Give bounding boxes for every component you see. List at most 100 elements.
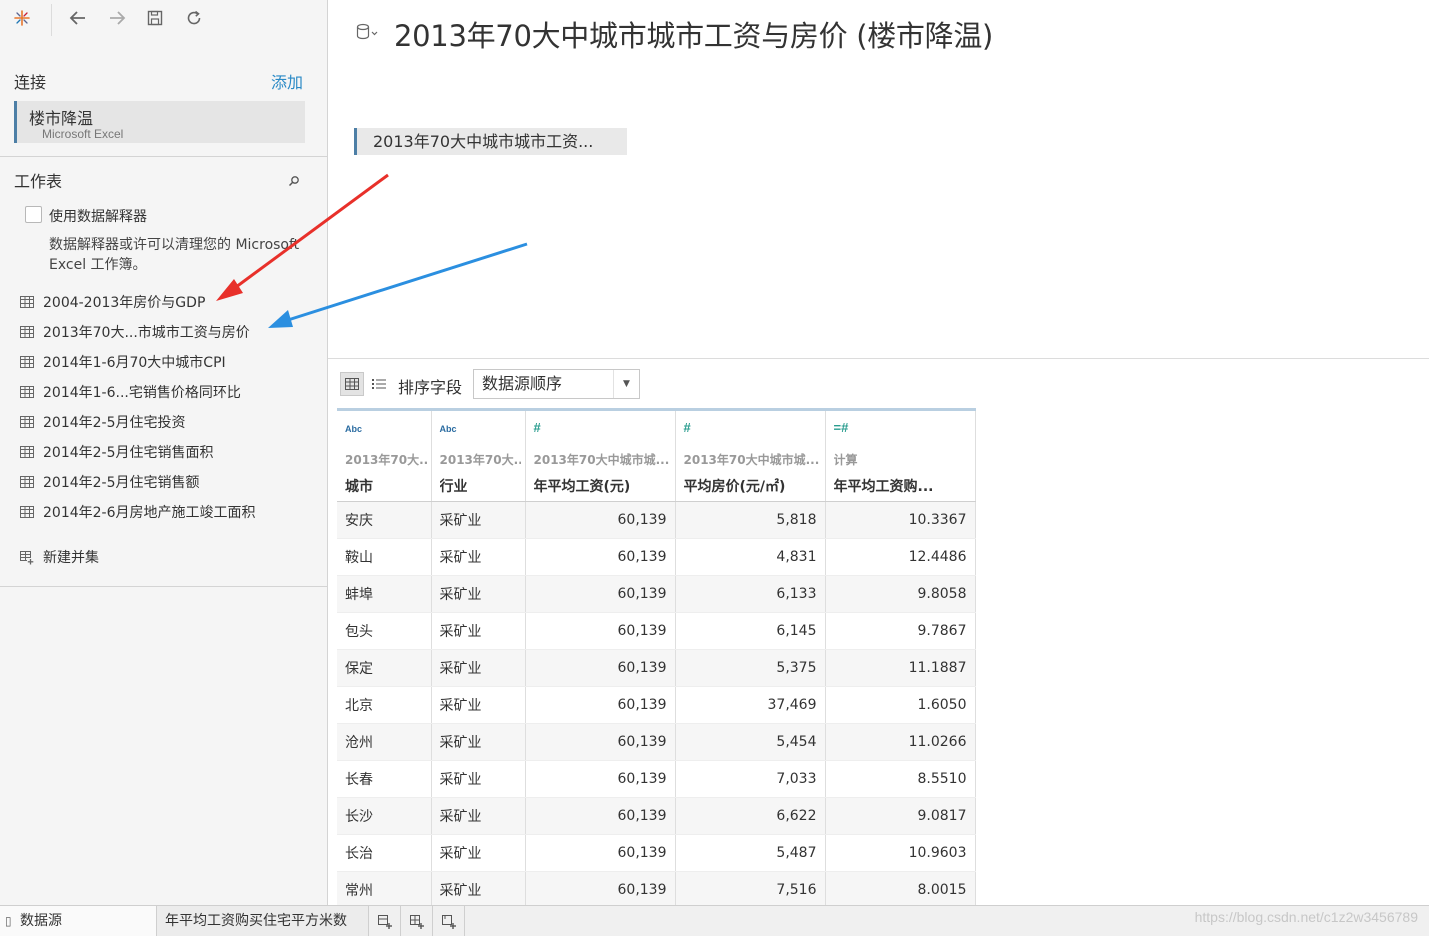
column-source: 2013年70大... xyxy=(345,453,427,467)
table-cell: 采矿业 xyxy=(431,538,526,576)
sheet-item[interactable]: 2014年1-6...宅销售价格同环比 xyxy=(20,380,241,404)
sheet-item[interactable]: 2014年1-6月70大中城市CPI xyxy=(20,350,226,374)
column-header[interactable]: #2013年70大中城市城... 年平均工资(元) xyxy=(525,408,676,502)
sheets-label: 工作表 xyxy=(14,172,63,191)
sheet-item[interactable]: 2004-2013年房价与GDP xyxy=(20,290,205,314)
main-panel: 2013年70大中城市城市工资与房价 (楼市降温) 2013年70大中城市城市工… xyxy=(328,0,1429,909)
sheet-item-label: 2004-2013年房价与GDP xyxy=(43,295,206,311)
new-story-icon[interactable] xyxy=(433,906,465,936)
tab-data-source[interactable]: ▯ 数据源 xyxy=(0,906,157,936)
table-cell: 5,818 xyxy=(675,501,826,539)
list-view-button[interactable] xyxy=(367,372,391,396)
column-header[interactable]: Abc 2013年70大... 城市 xyxy=(337,408,432,502)
sheet-item[interactable]: 2013年70大...市城市工资与房价 xyxy=(20,320,250,344)
data-grid: Abc 2013年70大... 城市 Abc 2013年70大... 行业 #2013年70… xyxy=(337,408,976,909)
field-type-icon[interactable]: # xyxy=(534,420,541,435)
grid-view-button[interactable] xyxy=(340,372,364,396)
table-cell: 60,139 xyxy=(525,723,676,761)
table-cell: 采矿业 xyxy=(431,649,526,687)
table-cell: 采矿业 xyxy=(431,501,526,539)
canvas-table-chip[interactable]: 2013年70大中城市城市工资... xyxy=(354,128,627,155)
column-source: 2013年70大中城市城... xyxy=(533,453,670,467)
table-cell: 10.3367 xyxy=(825,501,976,539)
toolbar-separator xyxy=(51,4,52,36)
data-source-title[interactable]: 2013年70大中城市城市工资与房价 (楼市降温) xyxy=(394,13,993,55)
sheet-item[interactable]: 2014年2-5月住宅销售额 xyxy=(20,470,200,494)
save-icon[interactable] xyxy=(143,6,167,30)
table-cell: 采矿业 xyxy=(431,871,526,909)
field-type-icon[interactable]: Abc xyxy=(345,424,362,434)
table-row: 保定 采矿业 60,139 5,375 11.1887 xyxy=(337,649,976,687)
new-worksheet-icon[interactable] xyxy=(369,906,401,936)
table-row: 安庆 采矿业 60,139 5,818 10.3367 xyxy=(337,501,976,539)
table-cell: 60,139 xyxy=(525,797,676,835)
database-icon[interactable] xyxy=(355,22,379,42)
column-name: 城市 xyxy=(345,479,373,495)
table-cell: 采矿业 xyxy=(431,612,526,650)
chevron-down-icon[interactable]: ▼ xyxy=(613,370,639,398)
header-row: Abc 2013年70大... 城市 Abc 2013年70大... 行业 #2013年70… xyxy=(337,408,976,502)
back-arrow-icon[interactable] xyxy=(66,6,90,30)
column-header[interactable]: #2013年70大中城市城... 平均房价(元/㎡) xyxy=(675,408,826,502)
sort-field-value: 数据源顺序 xyxy=(482,374,563,393)
table-cell: 保定 xyxy=(337,649,432,687)
table-cell: 11.1887 xyxy=(825,649,976,687)
field-type-icon[interactable]: # xyxy=(684,420,691,435)
table-cell: 60,139 xyxy=(525,649,676,687)
table-cell: 60,139 xyxy=(525,760,676,798)
connection-item[interactable]: 楼市降温 Microsoft Excel xyxy=(14,101,305,143)
table-cell: 6,133 xyxy=(675,575,826,613)
search-icon[interactable] xyxy=(288,172,300,191)
table-body: 安庆 采矿业 60,139 5,818 10.3367 鞍山 采矿业 60,139 4,831 1… xyxy=(337,501,976,909)
new-union-label: 新建并集 xyxy=(43,550,99,566)
sheet-item[interactable]: 2014年2-5月住宅投资 xyxy=(20,410,186,434)
new-dashboard-icon[interactable] xyxy=(401,906,433,936)
table-cell: 采矿业 xyxy=(431,760,526,798)
forward-arrow-icon[interactable] xyxy=(105,6,129,30)
table-cell: 5,487 xyxy=(675,834,826,872)
data-interpreter-hint: 数据解释器或许可以清理您的 Microsoft Excel 工作簿。 xyxy=(49,237,300,273)
column-name: 平均房价(元/㎡) xyxy=(683,479,786,495)
refresh-icon[interactable] xyxy=(182,6,206,30)
sheet-table-icon xyxy=(20,356,34,368)
table-cell: 安庆 xyxy=(337,501,432,539)
table-cell: 7,033 xyxy=(675,760,826,798)
sheet-item-label: 2014年2-5月住宅销售额 xyxy=(43,475,200,491)
field-type-icon[interactable]: =# xyxy=(834,420,849,435)
table-cell: 6,145 xyxy=(675,612,826,650)
table-cell: 5,375 xyxy=(675,649,826,687)
table-cell: 60,139 xyxy=(525,538,676,576)
table-cell: 采矿业 xyxy=(431,834,526,872)
new-union-item[interactable]: 新建并集 xyxy=(20,545,99,569)
sheet-item-label: 2014年1-6...宅销售价格同环比 xyxy=(43,385,241,401)
sheet-item[interactable]: 2014年2-6月房地产施工竣工面积 xyxy=(20,500,256,524)
sheet-table-icon xyxy=(20,446,34,458)
column-header[interactable]: =# 计算 年平均工资购... xyxy=(825,408,976,502)
tableau-logo-icon[interactable] xyxy=(10,6,34,30)
sort-field-select[interactable]: 数据源顺序 ▼ xyxy=(473,369,640,399)
grid-view-icon xyxy=(345,378,359,390)
table-cell: 蚌埠 xyxy=(337,575,432,613)
tab-worksheet-label: 年平均工资购买住宅平方米数 xyxy=(165,913,347,929)
table-cell: 12.4486 xyxy=(825,538,976,576)
sheet-item[interactable]: 2014年2-5月住宅销售面积 xyxy=(20,440,214,464)
table-cell: 60,139 xyxy=(525,612,676,650)
column-header[interactable]: Abc 2013年70大... 行业 xyxy=(431,408,526,502)
table-cell: 9.8058 xyxy=(825,575,976,613)
table-row: 鞍山 采矿业 60,139 4,831 12.4486 xyxy=(337,538,976,576)
data-interpreter-checkbox[interactable] xyxy=(25,206,42,223)
table-cell: 采矿业 xyxy=(431,723,526,761)
table-cell: 7,516 xyxy=(675,871,826,909)
add-connection-link[interactable]: 添加 xyxy=(271,69,303,93)
table-cell: 长治 xyxy=(337,834,432,872)
field-type-icon[interactable]: Abc xyxy=(440,424,457,434)
sheet-table-icon xyxy=(20,386,34,398)
data-interpreter-label: 使用数据解释器 xyxy=(49,209,147,225)
table-cell: 长沙 xyxy=(337,797,432,835)
sheet-item-label: 2013年70大...市城市工资与房价 xyxy=(43,325,250,341)
tab-worksheet[interactable]: 年平均工资购买住宅平方米数 xyxy=(157,906,369,936)
watermark-url: https://blog.csdn.net/c1z2w3456789 xyxy=(1194,909,1418,925)
table-row: 北京 采矿业 60,139 37,469 1.6050 xyxy=(337,686,976,724)
table-cell: 6,622 xyxy=(675,797,826,835)
column-source: 2013年70大... xyxy=(439,453,521,467)
